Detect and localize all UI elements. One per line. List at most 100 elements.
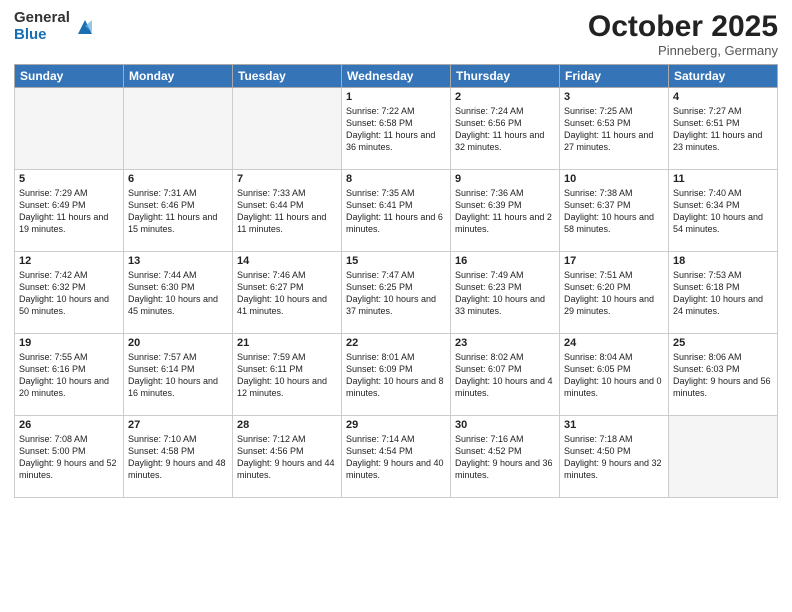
day-number: 8 <box>346 173 446 185</box>
table-row: 13 Sunrise: 7:44 AM Sunset: 6:30 PM Dayli… <box>124 252 233 334</box>
calendar-header-row: Sunday Monday Tuesday Wednesday Thursday… <box>15 65 778 88</box>
table-row: 11 Sunrise: 7:40 AM Sunset: 6:34 PM Dayli… <box>669 170 778 252</box>
day-info: Sunrise: 7:33 AM Sunset: 6:44 PM Dayligh… <box>237 187 337 236</box>
table-row: 28 Sunrise: 7:12 AM Sunset: 4:56 PM Dayli… <box>233 416 342 498</box>
day-number: 11 <box>673 173 773 185</box>
day-number: 23 <box>455 337 555 349</box>
day-info: Sunrise: 7:35 AM Sunset: 6:41 PM Dayligh… <box>346 187 446 236</box>
table-row: 30Sunrise: 7:16 AM Sunset: 4:52 PM Dayli… <box>451 416 560 498</box>
day-info: Sunrise: 7:12 AM Sunset: 4:56 PM Dayligh… <box>237 433 337 482</box>
day-info: Sunrise: 7:59 AM Sunset: 6:11 PM Dayligh… <box>237 351 337 400</box>
day-info: Sunrise: 7:55 AM Sunset: 6:16 PM Dayligh… <box>19 351 119 400</box>
table-row: 2 Sunrise: 7:24 AM Sunset: 6:56 PM Daylig… <box>451 88 560 170</box>
table-row: 9 Sunrise: 7:36 AM Sunset: 6:39 PM Daylig… <box>451 170 560 252</box>
day-info: Sunrise: 7:51 AM Sunset: 6:20 PM Dayligh… <box>564 269 664 318</box>
day-number: 13 <box>128 255 228 267</box>
table-row: 8 Sunrise: 7:35 AM Sunset: 6:41 PM Daylig… <box>342 170 451 252</box>
day-info: Sunrise: 8:04 AM Sunset: 6:05 PM Dayligh… <box>564 351 664 400</box>
day-number: 9 <box>455 173 555 185</box>
day-info: Sunrise: 7:16 AM Sunset: 4:52 PM Dayligh… <box>455 433 555 482</box>
table-row: 16 Sunrise: 7:49 AM Sunset: 6:23 PM Dayli… <box>451 252 560 334</box>
day-number: 14 <box>237 255 337 267</box>
day-info: Sunrise: 7:27 AM Sunset: 6:51 PM Dayligh… <box>673 105 773 154</box>
table-row: 29 Sunrise: 7:14 AM Sunset: 4:54 PM Dayli… <box>342 416 451 498</box>
table-row: 27 Sunrise: 7:10 AM Sunset: 4:58 PM Dayli… <box>124 416 233 498</box>
day-number: 2 <box>455 91 555 103</box>
table-row: 24 Sunrise: 8:04 AM Sunset: 6:05 PM Dayli… <box>560 334 669 416</box>
day-number: 25 <box>673 337 773 349</box>
col-thursday: Thursday <box>451 65 560 88</box>
day-number: 22 <box>346 337 446 349</box>
col-friday: Friday <box>560 65 669 88</box>
day-info: Sunrise: 7:49 AM Sunset: 6:23 PM Dayligh… <box>455 269 555 318</box>
day-number: 3 <box>564 91 664 103</box>
table-row: 4Sunrise: 7:27 AM Sunset: 6:51 PM Daylig… <box>669 88 778 170</box>
day-info: Sunrise: 7:44 AM Sunset: 6:30 PM Dayligh… <box>128 269 228 318</box>
table-row <box>233 88 342 170</box>
table-row: 25 Sunrise: 8:06 AM Sunset: 6:03 PM Dayli… <box>669 334 778 416</box>
day-number: 7 <box>237 173 337 185</box>
day-info: Sunrise: 7:24 AM Sunset: 6:56 PM Dayligh… <box>455 105 555 154</box>
day-number: 28 <box>237 419 337 431</box>
calendar-week-row: 5Sunrise: 7:29 AM Sunset: 6:49 PM Daylig… <box>15 170 778 252</box>
calendar-week-row: 12 Sunrise: 7:42 AM Sunset: 6:32 PM Dayli… <box>15 252 778 334</box>
day-number: 16 <box>455 255 555 267</box>
page: General Blue October 2025 Pinneberg, Ger… <box>0 0 792 612</box>
table-row <box>669 416 778 498</box>
table-row: 21 Sunrise: 7:59 AM Sunset: 6:11 PM Dayli… <box>233 334 342 416</box>
table-row: 18Sunrise: 7:53 AM Sunset: 6:18 PM Dayli… <box>669 252 778 334</box>
month-title: October 2025 <box>588 10 778 43</box>
day-number: 1 <box>346 91 446 103</box>
calendar-table: Sunday Monday Tuesday Wednesday Thursday… <box>14 64 778 498</box>
col-sunday: Sunday <box>15 65 124 88</box>
day-number: 19 <box>19 337 119 349</box>
day-number: 5 <box>19 173 119 185</box>
day-number: 10 <box>564 173 664 185</box>
day-number: 17 <box>564 255 664 267</box>
subtitle: Pinneberg, Germany <box>588 43 778 58</box>
table-row: 12 Sunrise: 7:42 AM Sunset: 6:32 PM Dayli… <box>15 252 124 334</box>
logo: General Blue <box>14 10 96 43</box>
day-number: 27 <box>128 419 228 431</box>
day-info: Sunrise: 8:02 AM Sunset: 6:07 PM Dayligh… <box>455 351 555 400</box>
calendar-week-row: 26 Sunrise: 7:08 AM Sunset: 5:00 PM Dayli… <box>15 416 778 498</box>
day-info: Sunrise: 7:14 AM Sunset: 4:54 PM Dayligh… <box>346 433 446 482</box>
logo-text: General Blue <box>14 10 70 43</box>
day-info: Sunrise: 7:31 AM Sunset: 6:46 PM Dayligh… <box>128 187 228 236</box>
day-info: Sunrise: 7:53 AM Sunset: 6:18 PM Dayligh… <box>673 269 773 318</box>
col-monday: Monday <box>124 65 233 88</box>
table-row: 15Sunrise: 7:47 AM Sunset: 6:25 PM Dayli… <box>342 252 451 334</box>
day-info: Sunrise: 8:01 AM Sunset: 6:09 PM Dayligh… <box>346 351 446 400</box>
table-row: 6Sunrise: 7:31 AM Sunset: 6:46 PM Daylig… <box>124 170 233 252</box>
day-info: Sunrise: 7:10 AM Sunset: 4:58 PM Dayligh… <box>128 433 228 482</box>
day-info: Sunrise: 7:47 AM Sunset: 6:25 PM Dayligh… <box>346 269 446 318</box>
table-row: 3Sunrise: 7:25 AM Sunset: 6:53 PM Daylig… <box>560 88 669 170</box>
day-info: Sunrise: 7:22 AM Sunset: 6:58 PM Dayligh… <box>346 105 446 154</box>
table-row <box>124 88 233 170</box>
day-info: Sunrise: 7:40 AM Sunset: 6:34 PM Dayligh… <box>673 187 773 236</box>
day-info: Sunrise: 7:36 AM Sunset: 6:39 PM Dayligh… <box>455 187 555 236</box>
col-tuesday: Tuesday <box>233 65 342 88</box>
day-number: 21 <box>237 337 337 349</box>
table-row: 26 Sunrise: 7:08 AM Sunset: 5:00 PM Dayli… <box>15 416 124 498</box>
day-info: Sunrise: 7:57 AM Sunset: 6:14 PM Dayligh… <box>128 351 228 400</box>
day-number: 20 <box>128 337 228 349</box>
table-row: 22 Sunrise: 8:01 AM Sunset: 6:09 PM Dayli… <box>342 334 451 416</box>
day-number: 24 <box>564 337 664 349</box>
table-row: 7 Sunrise: 7:33 AM Sunset: 6:44 PM Daylig… <box>233 170 342 252</box>
day-info: Sunrise: 7:08 AM Sunset: 5:00 PM Dayligh… <box>19 433 119 482</box>
table-row: 14Sunrise: 7:46 AM Sunset: 6:27 PM Dayli… <box>233 252 342 334</box>
calendar-week-row: 19 Sunrise: 7:55 AM Sunset: 6:16 PM Dayli… <box>15 334 778 416</box>
day-info: Sunrise: 7:18 AM Sunset: 4:50 PM Dayligh… <box>564 433 664 482</box>
table-row: 20 Sunrise: 7:57 AM Sunset: 6:14 PM Dayli… <box>124 334 233 416</box>
table-row: 10Sunrise: 7:38 AM Sunset: 6:37 PM Dayli… <box>560 170 669 252</box>
day-number: 29 <box>346 419 446 431</box>
day-info: Sunrise: 8:06 AM Sunset: 6:03 PM Dayligh… <box>673 351 773 400</box>
day-number: 26 <box>19 419 119 431</box>
day-info: Sunrise: 7:42 AM Sunset: 6:32 PM Dayligh… <box>19 269 119 318</box>
day-number: 12 <box>19 255 119 267</box>
table-row: 19 Sunrise: 7:55 AM Sunset: 6:16 PM Dayli… <box>15 334 124 416</box>
table-row: 31Sunrise: 7:18 AM Sunset: 4:50 PM Dayli… <box>560 416 669 498</box>
table-row: 17 Sunrise: 7:51 AM Sunset: 6:20 PM Dayli… <box>560 252 669 334</box>
table-row: 1 Sunrise: 7:22 AM Sunset: 6:58 PM Daylig… <box>342 88 451 170</box>
